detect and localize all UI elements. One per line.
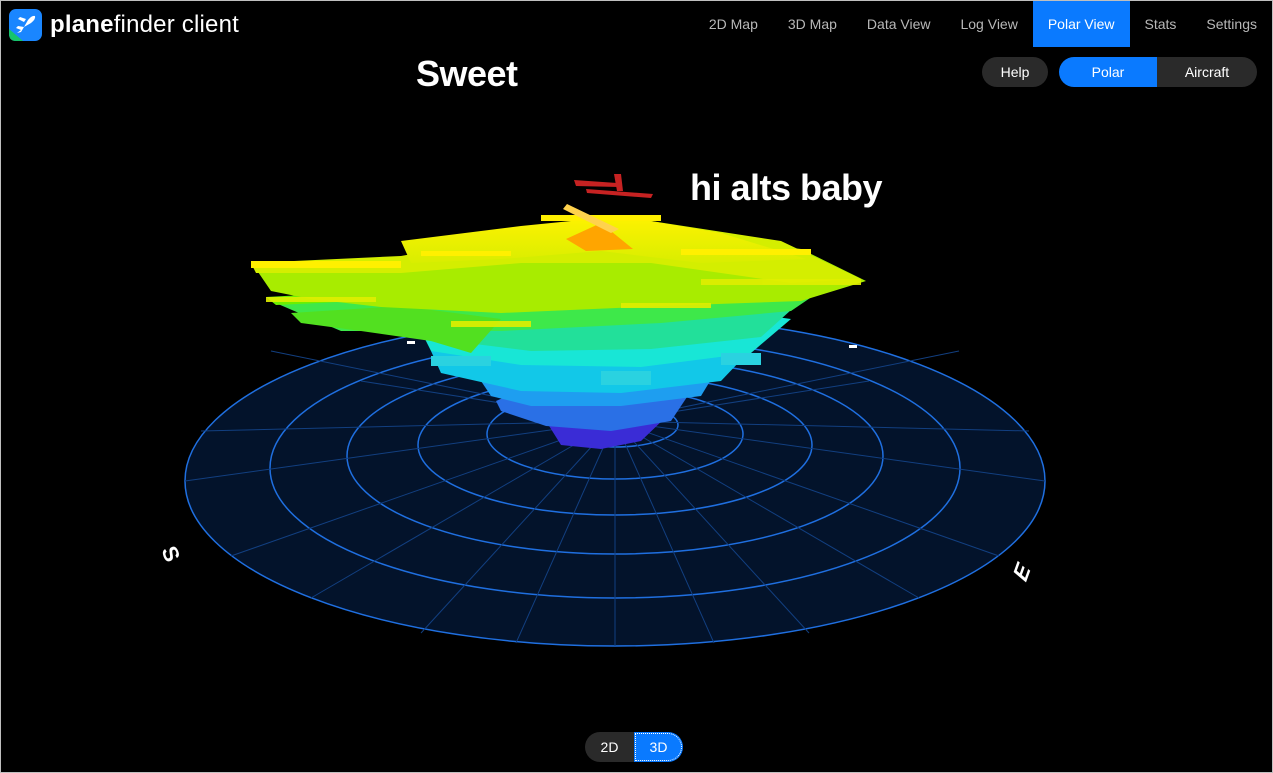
help-button[interactable]: Help bbox=[982, 57, 1048, 87]
view-mode-controls: Help Polar Aircraft bbox=[982, 57, 1257, 87]
polar-range-plot[interactable] bbox=[1, 1, 1272, 772]
headline-sweet: Sweet bbox=[416, 53, 518, 94]
aircraft-button[interactable]: Aircraft bbox=[1157, 57, 1257, 87]
toggle-2d-button[interactable]: 2D bbox=[585, 732, 634, 762]
polar-button[interactable]: Polar bbox=[1059, 57, 1157, 87]
app-window: planefinder client 2D Map 3D Map Data Vi… bbox=[0, 0, 1273, 773]
dimension-toggle: 2D 3D bbox=[585, 732, 683, 762]
toggle-3d-button[interactable]: 3D bbox=[634, 732, 683, 762]
annotation-hi-alts: hi alts baby bbox=[690, 167, 883, 208]
